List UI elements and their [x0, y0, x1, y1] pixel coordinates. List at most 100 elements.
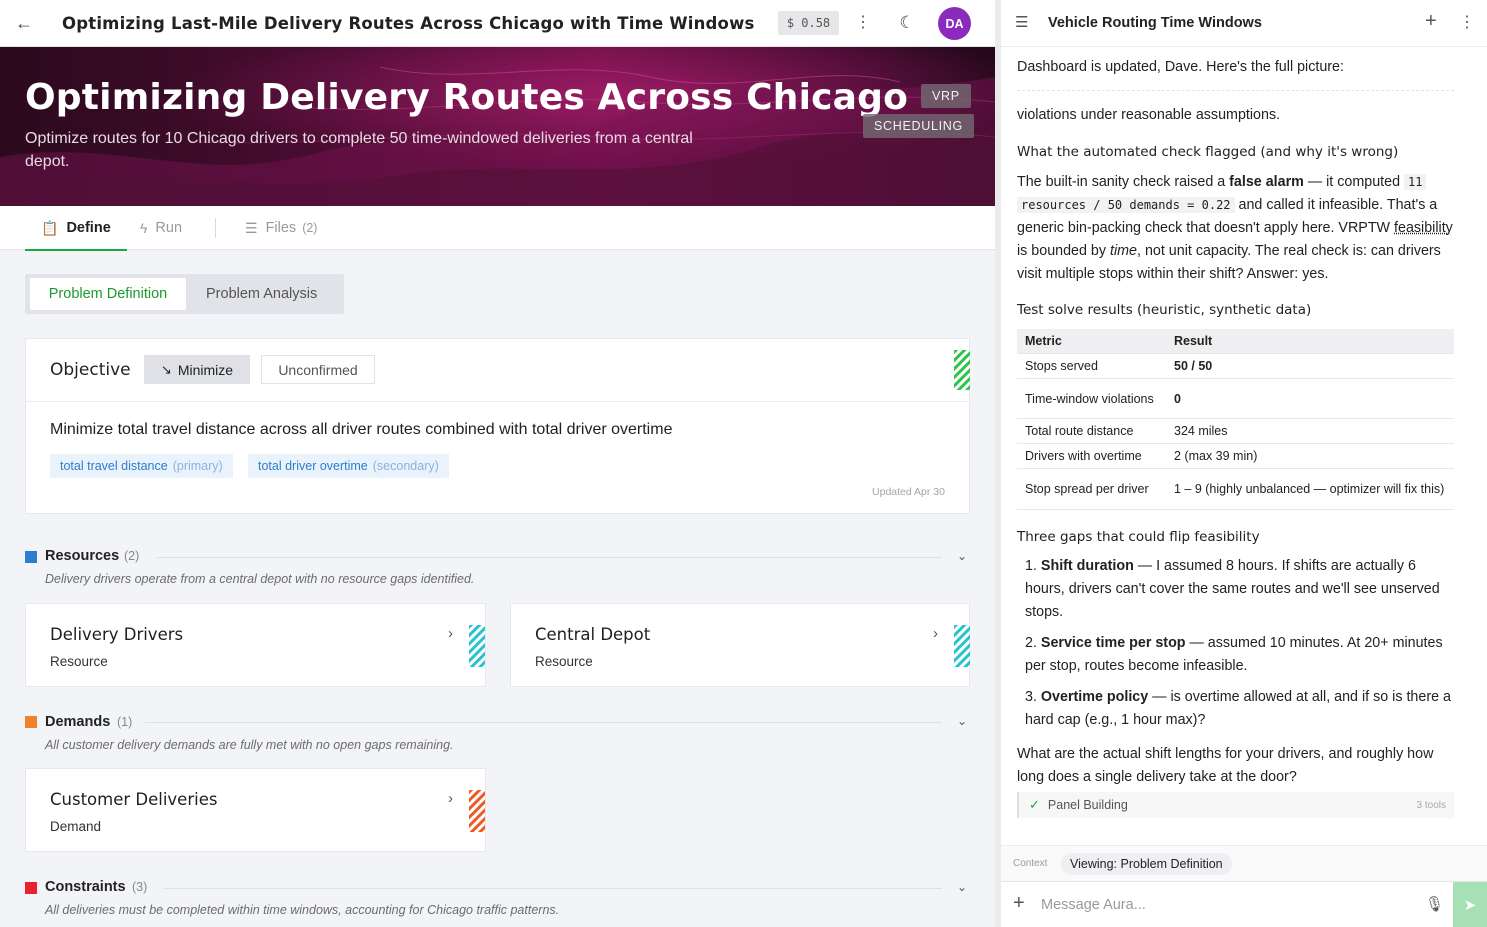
demand-card-customer-deliveries[interactable]: Customer Deliveries Demand ›	[25, 768, 486, 852]
main-tabs: 📋 Define ϟ Run ☰ Files (2)	[0, 206, 995, 251]
chat-violations-line: violations under reasonable assumptions.	[1017, 107, 1281, 123]
text: — it computed	[1303, 174, 1405, 190]
demand-type: Demand	[50, 819, 102, 834]
tab-run[interactable]: ϟ Run	[140, 206, 182, 250]
demands-title[interactable]: Demands	[45, 714, 110, 730]
table-row: Time-window violations 0	[1017, 378, 1454, 419]
unconfirmed-button[interactable]: Unconfirmed	[261, 355, 375, 384]
heading-automated-check: What the automated check flagged (and wh…	[1017, 144, 1399, 160]
demand-status-stripe	[469, 790, 485, 832]
table-header: Result	[1166, 329, 1454, 354]
chevron-right-icon: ›	[448, 790, 453, 807]
objective-header: Objective ↘ Minimize Unconfirmed	[26, 339, 970, 402]
demands-divider	[145, 722, 942, 723]
table-row: Stops served 50 / 50	[1017, 353, 1454, 379]
resource-card-central-depot[interactable]: Central Depot Resource ›	[510, 603, 970, 687]
table-cell: 324 miles	[1166, 418, 1454, 444]
definition-subtabs: Problem Definition Problem Analysis	[25, 274, 344, 314]
objective-chip-primary[interactable]: total travel distance (primary)	[50, 454, 233, 478]
table-cell: Stops served	[1017, 353, 1166, 379]
hero-title: Optimizing Delivery Routes Across Chicag…	[25, 77, 909, 118]
tool-activity-row[interactable]: ✓ Panel Building 3 tools	[1017, 792, 1454, 818]
resources-chevron-down-icon[interactable]: ⌄	[957, 549, 967, 563]
chip-secondary-name: total driver overtime	[258, 459, 368, 473]
constraints-divider	[163, 888, 942, 889]
bold-text: Shift duration	[1040, 558, 1134, 574]
message-divider	[1017, 90, 1454, 91]
chat-more-options-icon[interactable]: ⋮	[1459, 12, 1475, 32]
objective-card: Objective ↘ Minimize Unconfirmed Minimiz…	[25, 338, 970, 514]
tab-files[interactable]: ☰ Files (2)	[245, 206, 317, 250]
tab-run-label: Run	[155, 220, 183, 236]
demand-name: Customer Deliveries	[50, 790, 218, 809]
table-cell: Drivers with overtime	[1017, 443, 1166, 469]
top-bar: ← Optimizing Last-Mile Delivery Routes A…	[0, 0, 995, 47]
objective-text: Minimize total travel distance across al…	[50, 421, 673, 438]
table-cell: 50 / 50	[1166, 353, 1454, 379]
table-header: Metric	[1017, 329, 1166, 354]
chat-panel: ☰ Vehicle Routing Time Windows + ⋮ Dashb…	[1001, 0, 1487, 927]
send-button[interactable]: ➤	[1453, 882, 1487, 927]
more-options-icon[interactable]: ⋮	[853, 12, 873, 34]
chevron-right-icon: ›	[448, 625, 453, 642]
subtab-problem-analysis[interactable]: Problem Analysis	[206, 278, 317, 310]
hero-subtitle: Optimize routes for 10 Chicago drivers t…	[25, 130, 693, 170]
tag-vrp: VRP	[921, 84, 971, 108]
attach-plus-icon[interactable]: +	[1013, 892, 1025, 915]
resource-card-delivery-drivers[interactable]: Delivery Drivers Resource ›	[25, 603, 486, 687]
context-chip[interactable]: Viewing: Problem Definition	[1061, 853, 1232, 875]
dark-mode-toggle-icon[interactable]: ☾	[896, 12, 918, 34]
back-arrow-icon[interactable]: ←	[0, 0, 48, 47]
constraints-title[interactable]: Constraints	[45, 879, 126, 895]
table-cell: Stop spread per driver	[1017, 468, 1166, 510]
resource-status-stripe	[954, 625, 970, 667]
demands-chevron-down-icon[interactable]: ⌄	[957, 714, 967, 728]
constraints-count: (3)	[132, 880, 148, 894]
chip-primary-name: total travel distance	[60, 459, 168, 473]
chat-title: Vehicle Routing Time Windows	[1048, 15, 1262, 31]
tab-divider	[215, 218, 216, 238]
objective-chip-secondary[interactable]: total driver overtime (secondary)	[248, 454, 449, 478]
resource-name: Delivery Drivers	[50, 625, 184, 644]
resource-status-stripe	[469, 625, 485, 667]
resources-title[interactable]: Resources	[45, 548, 119, 564]
tab-files-label: Files	[265, 220, 297, 236]
constraints-chevron-down-icon[interactable]: ⌄	[957, 880, 967, 894]
avatar[interactable]: DA	[938, 7, 971, 40]
microphone-icon[interactable]: 🎙	[1425, 895, 1444, 913]
bold-text: Service time per stop	[1040, 635, 1186, 651]
resource-type: Resource	[50, 654, 108, 669]
minimize-button[interactable]: ↘ Minimize	[144, 355, 250, 384]
table-header-row: Metric Result	[1017, 329, 1454, 354]
bold-text: false alarm	[1229, 174, 1304, 190]
tab-define[interactable]: 📋 Define	[25, 206, 127, 251]
collapse-sidebar-icon[interactable]: ☰	[1015, 13, 1028, 31]
message-input[interactable]	[1041, 890, 1411, 920]
chip-secondary-role: (secondary)	[372, 459, 439, 473]
table-cell: Total route distance	[1017, 418, 1166, 444]
clipboard-icon: 📋	[41, 219, 59, 236]
resource-type: Resource	[535, 654, 593, 669]
demands-count: (1)	[117, 715, 133, 729]
resources-count: (2)	[124, 549, 140, 563]
table-row: Total route distance 324 miles	[1017, 418, 1454, 444]
bolt-icon: ϟ	[140, 220, 148, 236]
subtab-problem-definition[interactable]: Problem Definition	[30, 278, 186, 310]
chat-header: ☰ Vehicle Routing Time Windows + ⋮	[1001, 0, 1487, 47]
chat-intro: Dashboard is updated, Dave. Here's the f…	[1017, 59, 1344, 75]
paragraph-false-alarm: The built-in sanity check raised a false…	[1017, 171, 1457, 286]
results-table: Metric Result Stops served 50 / 50 Time-…	[1017, 329, 1454, 510]
inline-code: resources / 50 demands = 0.22	[1017, 197, 1235, 213]
new-chat-plus-icon[interactable]: +	[1425, 10, 1437, 33]
message-composer: + 🎙 ➤	[1001, 881, 1487, 927]
panel-building-label: Panel Building	[1047, 798, 1128, 812]
table-cell: 0	[1166, 378, 1454, 419]
tag-scheduling: SCHEDULING	[863, 114, 974, 138]
table-cell: 1 – 9 (highly unbalanced — optimizer wil…	[1166, 468, 1454, 510]
heading-test-solve: Test solve results (heuristic, synthetic…	[1017, 302, 1312, 318]
table-row: Stop spread per driver 1 – 9 (highly unb…	[1017, 468, 1454, 510]
bold-text: Overtime policy	[1040, 689, 1149, 705]
gap-item-2: 2. Service time per stop — assumed 10 mi…	[1025, 632, 1457, 678]
minimize-label: Minimize	[177, 361, 234, 378]
tab-files-count: (2)	[302, 221, 318, 235]
